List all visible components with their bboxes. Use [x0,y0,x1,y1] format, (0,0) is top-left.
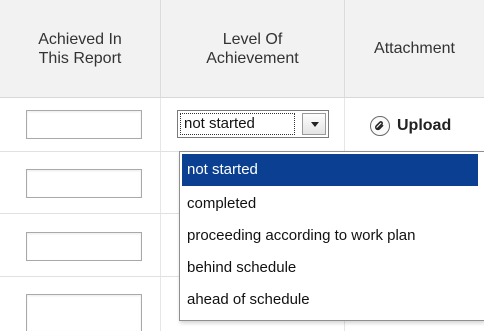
header-level-line2: Achievement [206,49,299,67]
achieved-in-report-input[interactable] [26,232,142,261]
level-of-achievement-select[interactable]: not started [177,110,329,138]
header-attachment-label: Attachment [374,40,455,57]
select-current-value: not started [180,113,295,135]
dropdown-option-proceeding[interactable]: proceeding according to work plan [182,220,478,252]
header-level-line1: Level Of [222,30,283,48]
header-achieved-line2: This Report [38,49,122,67]
column-divider [160,98,161,331]
achieved-in-report-input[interactable] [26,294,142,331]
header-level-of-achievement: Level Of Achievement [161,0,344,97]
header-achieved-line1: Achieved In [38,30,122,48]
report-table: Achieved In This Report Level Of Achieve… [0,0,484,331]
table-header: Achieved In This Report Level Of Achieve… [0,0,484,98]
achieved-in-report-input[interactable] [26,169,142,198]
dropdown-option-ahead-of-schedule[interactable]: ahead of schedule [182,284,478,316]
dropdown-option-completed[interactable]: completed [182,188,478,220]
upload-label: Upload [397,117,452,134]
dropdown-option-behind-schedule[interactable]: behind schedule [182,252,478,284]
chevron-down-icon[interactable] [302,113,326,135]
upload-button[interactable]: Upload [370,114,451,138]
achieved-in-report-input[interactable] [26,110,142,139]
paperclip-icon [370,116,390,136]
level-dropdown-list: not started completed proceeding accordi… [179,151,484,321]
dropdown-option-not-started[interactable]: not started [182,154,478,186]
header-achieved-in-this-report: Achieved In This Report [0,0,160,97]
header-attachment: Attachment [345,0,484,97]
